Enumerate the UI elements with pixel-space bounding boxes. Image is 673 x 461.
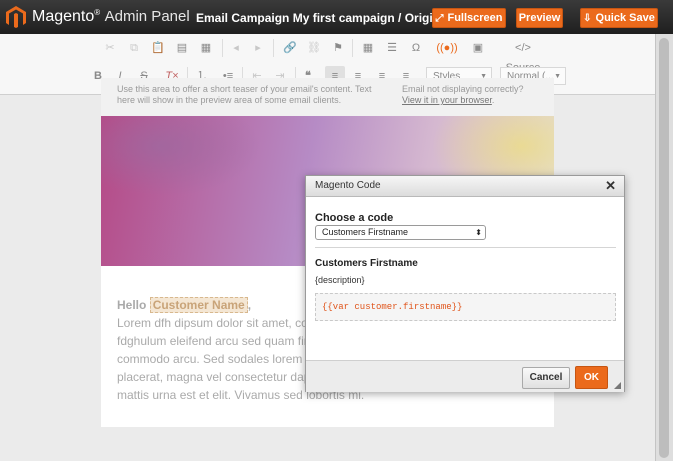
choose-code-label: Choose a code [315, 212, 394, 224]
magento-logo-icon [6, 6, 26, 28]
magento-code-dialog: Magento Code ✕ Choose a code Customers F… [305, 175, 625, 392]
brand-title: Magento® Admin Panel [32, 8, 190, 25]
select-arrows-icon: ⬍ [475, 228, 482, 237]
ok-button[interactable]: OK [575, 366, 608, 389]
browser-view-notice: Email not displaying correctly? View it … [402, 84, 552, 106]
special-char-icon[interactable]: Ω [406, 38, 426, 58]
cut-icon[interactable]: ✂ [100, 38, 120, 58]
source-code-icon: </> [515, 42, 531, 54]
close-icon[interactable]: ✕ [605, 178, 616, 194]
paste-icon[interactable]: 📋 [148, 38, 168, 58]
toolbar-separator [273, 39, 274, 57]
code-snippet: {{var customer.firstname}} [315, 293, 616, 321]
paste-text-icon[interactable]: ▤ [172, 38, 192, 58]
toolbar-separator [352, 39, 353, 57]
redo-icon[interactable]: ▸ [248, 38, 268, 58]
preview-button[interactable]: Preview [516, 8, 563, 28]
view-in-browser-link[interactable]: View it in your browser [402, 95, 492, 105]
code-select[interactable]: Customers Firstname ⬍ [315, 225, 486, 240]
dialog-header[interactable]: Magento Code ✕ [306, 176, 624, 197]
admin-header: Magento® Admin Panel Email Campaign My f… [0, 0, 673, 34]
scrollbar-thumb[interactable] [659, 38, 669, 458]
dialog-title: Magento Code [315, 180, 381, 191]
code-title: Customers Firstname [315, 258, 418, 269]
save-icon: ⇩ [583, 13, 592, 24]
chevron-down-icon: ▼ [554, 73, 561, 80]
paste-word-icon[interactable]: ▦ [196, 38, 216, 58]
scrollbar[interactable] [655, 34, 673, 461]
toolbar-separator [222, 39, 223, 57]
brand-subtitle: Admin Panel [104, 8, 190, 25]
image-icon[interactable]: ▣ [468, 38, 488, 58]
fullscreen-icon: ⤢ [435, 13, 444, 24]
dialog-divider [315, 247, 616, 248]
resize-handle-icon[interactable] [614, 382, 621, 389]
table-icon[interactable]: ▦ [358, 38, 378, 58]
source-button[interactable]: </> Source [498, 38, 548, 74]
code-description: {description} [315, 275, 365, 285]
cancel-button[interactable]: Cancel [522, 367, 570, 389]
email-preheader: Use this area to offer a short teaser of… [101, 78, 554, 116]
link-icon[interactable]: 🔗 [280, 38, 300, 58]
brand-name: Magento [32, 8, 95, 25]
quick-save-button[interactable]: ⇩ Quick Save [580, 8, 658, 28]
undo-icon[interactable]: ◂ [226, 38, 246, 58]
anchor-flag-icon[interactable]: ⚑ [328, 38, 348, 58]
copy-icon[interactable]: ⧉ [124, 38, 144, 58]
fullscreen-button[interactable]: ⤢ Fullscreen [432, 8, 506, 28]
dialog-footer: Cancel OK [306, 360, 624, 392]
not-displaying-text: Email not displaying correctly? [402, 84, 524, 94]
campaign-title: Email Campaign My first campaign / Origi… [196, 11, 451, 25]
customer-name-variable[interactable]: Customer Name [149, 297, 248, 313]
unlink-icon[interactable]: ⛓ [304, 38, 324, 58]
magento-code-icon[interactable]: ((●)) [432, 38, 462, 58]
horizontal-line-icon[interactable]: ☰ [382, 38, 402, 58]
preheader-text[interactable]: Use this area to offer a short teaser of… [117, 84, 387, 106]
